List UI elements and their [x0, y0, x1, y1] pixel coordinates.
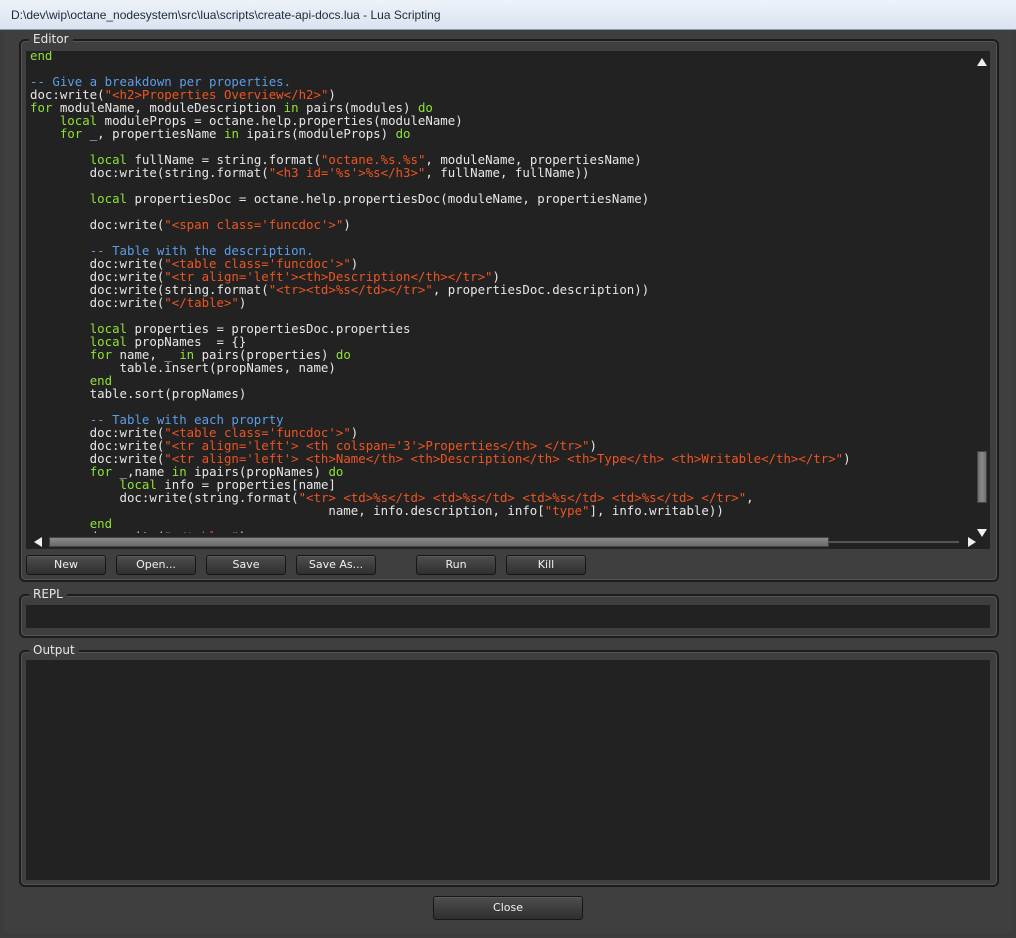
code-editor[interactable]: end -- Give a breakdown per properties. d…	[26, 51, 990, 549]
scroll-left-arrow-icon[interactable]	[34, 537, 42, 547]
editor-group-label: Editor	[29, 32, 73, 46]
string-token: "<h3 id='%s'>%s</h3>"	[268, 165, 426, 180]
open-button[interactable]: Open...	[116, 555, 196, 575]
close-button[interactable]: Close	[433, 896, 583, 920]
code-token: doc:write(string.format(	[30, 165, 269, 180]
string-token: "<tr><td>%s</td></tr>"	[268, 282, 433, 297]
code-line[interactable]: for _, propertiesName in ipairs(modulePr…	[30, 127, 851, 140]
title-bar: D:\dev\wip\octane_nodesystem\src\lua\scr…	[0, 0, 1016, 30]
horizontal-scrollbar[interactable]	[32, 533, 978, 549]
keyword-token: for	[59, 126, 83, 141]
window-title: D:\dev\wip\octane_nodesystem\src\lua\scr…	[11, 8, 441, 22]
code-token: doc:write(	[30, 217, 165, 232]
kill-button[interactable]: Kill	[506, 555, 586, 575]
code-line[interactable]: doc:write("</table>")	[30, 296, 851, 309]
repl-input[interactable]	[26, 605, 990, 628]
code-text[interactable]: end -- Give a breakdown per properties. d…	[30, 51, 851, 543]
vertical-scroll-thumb[interactable]	[977, 451, 987, 503]
lua-scripting-window: Editor end -- Give a breakdown per prope…	[4, 30, 1012, 934]
string-token: "</table>"	[164, 295, 239, 310]
repl-group-label: REPL	[29, 587, 67, 601]
code-token: doc:write(	[30, 295, 165, 310]
code-line[interactable]: table.sort(propNames)	[30, 387, 851, 400]
code-line[interactable]: local propertiesDoc = octane.help.proper…	[30, 192, 851, 205]
code-token: )	[343, 217, 351, 232]
run-button[interactable]: Run	[416, 555, 496, 575]
scroll-down-arrow-icon[interactable]	[977, 529, 987, 537]
code-line[interactable]: table.insert(propNames, name)	[30, 361, 851, 374]
string-token: "<span class='funcdoc'>"	[164, 217, 344, 232]
code-line[interactable]: end	[30, 51, 851, 62]
save-button[interactable]: Save	[206, 555, 286, 575]
vertical-scrollbar[interactable]	[974, 51, 990, 543]
horizontal-scroll-thumb[interactable]	[49, 537, 829, 547]
scroll-up-arrow-icon[interactable]	[977, 58, 987, 66]
code-token: )	[843, 451, 851, 466]
save-as-button[interactable]: Save As...	[296, 555, 376, 575]
code-token: table.sort(propNames)	[30, 386, 247, 401]
code-token: _, propertiesName	[82, 126, 224, 141]
string-token: "type"	[544, 503, 590, 518]
code-token: ], info.writable))	[589, 503, 724, 518]
code-token: ,	[746, 490, 754, 505]
output-group-label: Output	[29, 643, 79, 657]
keyword-token: do	[395, 126, 411, 141]
code-line[interactable]: doc:write(string.format("<h3 id='%s'>%s<…	[30, 166, 851, 179]
code-token: ipairs(moduleProps)	[238, 126, 396, 141]
horizontal-scroll-track[interactable]	[829, 541, 959, 543]
code-token: , fullName, fullName))	[425, 165, 590, 180]
keyword-token: do	[335, 347, 351, 362]
code-line[interactable]: name, info.description, info["type"], in…	[30, 504, 851, 517]
keyword-token: in	[223, 126, 239, 141]
code-token: , propertiesDoc.description))	[432, 282, 650, 297]
code-line[interactable]: doc:write("<span class='funcdoc'>")	[30, 218, 851, 231]
new-button[interactable]: New	[26, 555, 106, 575]
code-token: )	[238, 295, 247, 310]
code-token: propertiesDoc = octane.help.propertiesDo…	[127, 191, 650, 206]
output-area[interactable]	[26, 660, 990, 880]
scroll-right-arrow-icon[interactable]	[968, 537, 976, 547]
keyword-token: local	[89, 191, 127, 206]
